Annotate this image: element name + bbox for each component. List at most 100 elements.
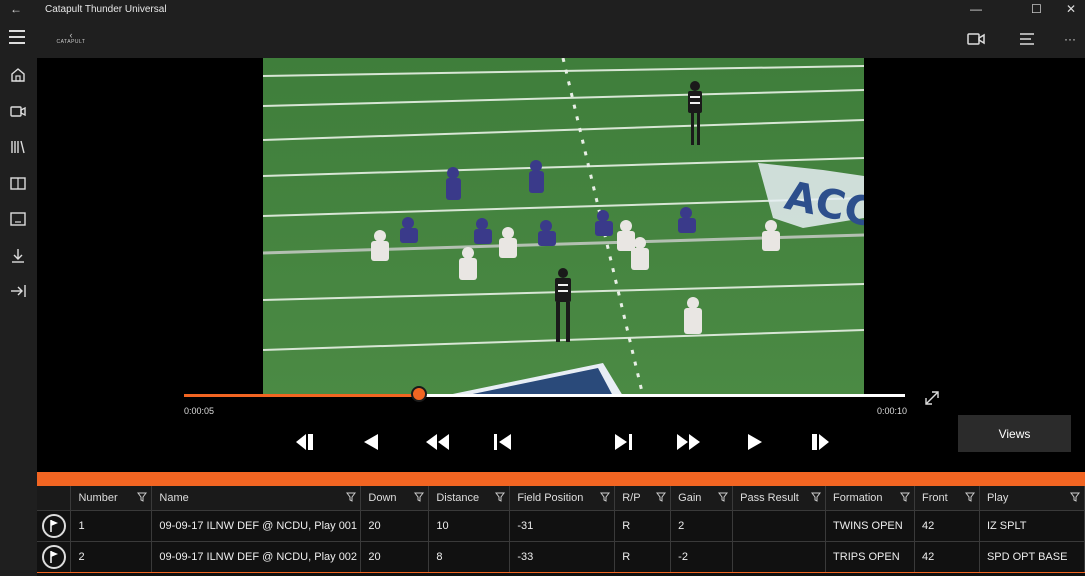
library-icon[interactable] (9, 138, 27, 156)
filter-icon[interactable] (137, 492, 148, 502)
current-time: 0:00:05 (184, 406, 215, 416)
filter-icon[interactable] (656, 492, 667, 502)
filter-icon[interactable] (900, 492, 910, 502)
col-header-label: Play (986, 492, 1009, 504)
cell-formation: TRIPS OPEN (825, 541, 915, 573)
cell-down: 20 (360, 541, 430, 573)
play-reverse-icon[interactable] (358, 428, 386, 456)
cell-distance: 8 (428, 541, 511, 573)
video-frame[interactable]: ACC (263, 58, 864, 396)
filter-icon[interactable] (1070, 492, 1080, 502)
minimize-button[interactable]: — (970, 2, 982, 16)
plays-table-container: Number Name Down Distance Field Position… (37, 486, 1085, 576)
skip-previous-icon[interactable] (489, 428, 517, 456)
cell-rp: R (614, 541, 672, 573)
table-row-selected[interactable]: 2 09-09-17 ILNW DEF @ NCDU, Play 002 20 … (37, 541, 1085, 573)
col-header-label: Gain (678, 492, 702, 504)
cell-name: 09-09-17 ILNW DEF @ NCDU, Play 002 (151, 541, 362, 573)
col-header-rp[interactable]: R/P (614, 486, 672, 511)
col-header-label: Number (78, 492, 118, 504)
seek-bar[interactable] (184, 386, 905, 402)
flag-button[interactable] (41, 545, 66, 569)
cell-play: IZ SPLT (979, 510, 1085, 542)
home-icon[interactable] (9, 66, 27, 84)
cell-pass-result (732, 510, 827, 542)
col-header-pass-result[interactable]: Pass Result (732, 486, 827, 511)
rewind-icon[interactable] (424, 428, 452, 456)
video-icon[interactable] (9, 102, 27, 120)
col-header-number[interactable]: Number (70, 486, 153, 511)
col-header-play[interactable]: Play (979, 486, 1085, 511)
filter-icon[interactable] (964, 492, 975, 502)
tablet-icon[interactable] (9, 210, 27, 228)
table-header-row: Number Name Down Distance Field Position… (37, 486, 1085, 511)
col-header-field-position[interactable]: Field Position (509, 486, 616, 511)
views-button[interactable]: Views (958, 415, 1071, 452)
catapult-logo: ‹ CATAPULT (54, 31, 88, 53)
cell-play: SPD OPT BASE (979, 541, 1085, 573)
filter-icon[interactable] (718, 492, 729, 502)
cell-pass-result (732, 541, 827, 573)
cell-down: 20 (360, 510, 430, 542)
cell-gain: 2 (670, 510, 734, 542)
panel-divider[interactable] (37, 472, 1085, 486)
col-header-front[interactable]: Front (914, 486, 980, 511)
logo-text: CATAPULT (56, 39, 86, 45)
step-forward-frame-icon[interactable] (805, 428, 833, 456)
flag-cell (37, 541, 72, 573)
flag-cell (37, 510, 72, 542)
cell-field-position: -33 (509, 541, 616, 573)
filter-icon[interactable] (414, 492, 425, 502)
col-header-gain[interactable]: Gain (670, 486, 734, 511)
step-back-frame-icon[interactable] (293, 428, 321, 456)
seek-handle[interactable] (411, 386, 428, 402)
book-icon[interactable] (9, 174, 27, 192)
more-icon[interactable]: ··· (1064, 32, 1076, 46)
close-button[interactable]: ✕ (1066, 2, 1076, 16)
fullscreen-icon[interactable] (923, 389, 941, 407)
cell-distance: 10 (428, 510, 511, 542)
cell-number: 2 (70, 541, 153, 573)
col-header-flag (37, 486, 72, 511)
back-button[interactable]: ← (10, 2, 22, 16)
table-row[interactable]: 1 09-09-17 ILNW DEF @ NCDU, Play 001 20 … (37, 510, 1085, 542)
col-header-name[interactable]: Name (151, 486, 362, 511)
col-header-label: R/P (622, 492, 641, 504)
download-icon[interactable] (9, 247, 27, 265)
flag-button[interactable] (41, 514, 66, 538)
hamburger-icon[interactable] (9, 30, 25, 44)
skip-next-icon[interactable] (609, 428, 637, 456)
col-header-label: Pass Result (740, 492, 799, 504)
cell-rp: R (614, 510, 672, 542)
fast-forward-icon[interactable] (674, 428, 702, 456)
col-header-label: Distance (436, 492, 480, 504)
cell-front: 42 (914, 510, 980, 542)
filter-icon[interactable] (811, 492, 822, 502)
filter-icon[interactable] (346, 492, 357, 502)
col-header-label: Front (922, 492, 948, 504)
col-header-distance[interactable]: Distance (428, 486, 511, 511)
play-icon[interactable] (740, 428, 768, 456)
list-icon[interactable] (1017, 29, 1037, 49)
cell-name: 09-09-17 ILNW DEF @ NCDU, Play 001 (151, 510, 362, 542)
col-header-label: Down (368, 492, 397, 504)
total-time: 0:00:10 (877, 406, 908, 416)
filter-icon[interactable] (600, 492, 611, 502)
title-bar: ← Catapult Thunder Universal — ☐ ✕ (0, 0, 1085, 20)
cell-formation: TWINS OPEN (825, 510, 915, 542)
col-header-label: Formation (833, 492, 883, 504)
cell-field-position: -31 (509, 510, 616, 542)
col-header-formation[interactable]: Formation (825, 486, 915, 511)
col-header-label: Field Position (517, 492, 584, 504)
cell-front: 42 (914, 541, 980, 573)
seek-progress (184, 394, 420, 397)
collapse-icon[interactable] (9, 282, 27, 300)
video-camera-icon[interactable] (966, 29, 986, 49)
video-player: ACC 0:00:05 0:00:10 Views (37, 58, 1085, 472)
maximize-button[interactable]: ☐ (1031, 2, 1042, 16)
col-header-down[interactable]: Down (360, 486, 430, 511)
window-title: Catapult Thunder Universal (45, 4, 167, 15)
sidebar (0, 58, 37, 576)
filter-icon[interactable] (495, 492, 506, 502)
plays-table: Number Name Down Distance Field Position… (37, 486, 1085, 573)
